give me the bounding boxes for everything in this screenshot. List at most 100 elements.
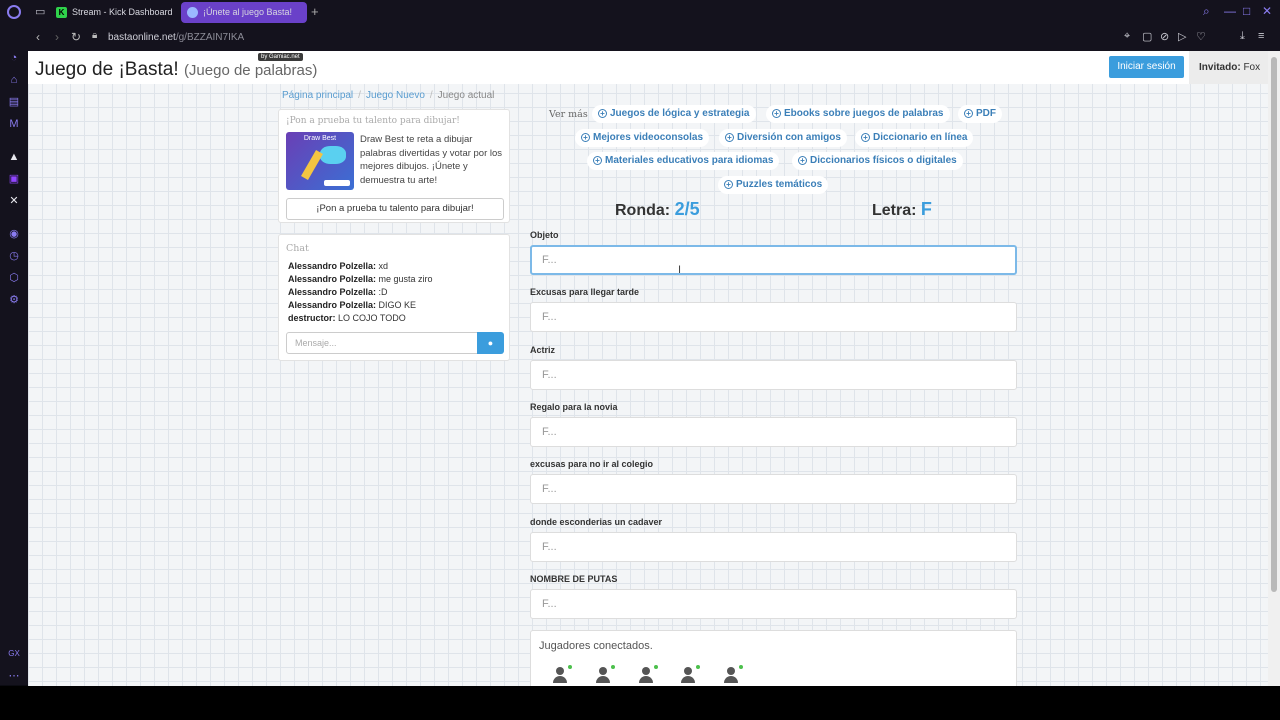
category-input[interactable]: F... [530,302,1017,332]
speed-dial-icon[interactable]: ◔ [7,51,21,65]
basta-favicon-icon [187,7,198,18]
plus-circle-icon: + [598,109,607,118]
forward-icon[interactable]: › [55,30,59,44]
breadcrumb-new-game[interactable]: Juego Nuevo [366,90,425,101]
news-icon[interactable]: ▤ [7,95,21,109]
close-window-icon[interactable]: ✕ [1262,4,1272,18]
player-avatar-icon[interactable] [637,665,658,683]
round-indicator: Ronda: 2/5 [615,199,700,220]
link-pill[interactable]: + Mejores videoconsolas [575,129,710,147]
gx-corner-icon[interactable]: ⌂ [7,73,21,87]
draw-best-label: Draw Best [303,135,337,142]
letter-label: Letra: [872,202,917,219]
tab-basta-game[interactable]: ¡Únete al juego Basta! [181,2,307,23]
text-cursor-icon: I [678,264,682,276]
browser-sidebar: ◔ ⌂ ▤ M ▲ ▣ ✕ ◉ ◷ ⬡ ⚙ GX ⋯ [0,25,28,685]
maximize-icon[interactable]: □ [1243,4,1250,18]
link-pill[interactable]: + Diversión con amigos [719,129,847,147]
extensions-icon[interactable]: ⬡ [7,271,21,285]
tab-label: ¡Únete al juego Basta! [203,7,293,17]
reload-icon[interactable]: ↻ [71,30,81,44]
login-button[interactable]: Iniciar sesión [1109,56,1184,78]
download-icon[interactable]: ⤓ [1240,30,1245,43]
link-pill[interactable]: + Diccionario en línea [855,129,974,147]
guest-indicator: Invitado: Fox [1189,51,1268,84]
link-pill[interactable]: + Materiales educativos para idiomas [587,152,780,170]
link-pill[interactable]: + Diccionarios físicos o digitales [792,152,963,170]
chat-bubble-icon: ● [487,338,494,348]
link-pill[interactable]: + Puzzles temáticos [718,176,829,194]
lock-icon: 🔒︎ [92,30,98,41]
page-subtitle: (Juego de palabras) [183,62,318,79]
opera-logo-icon[interactable] [7,5,21,19]
new-tab-icon[interactable]: + [311,4,319,19]
search-tabs-icon[interactable]: ⌕ [1203,4,1210,19]
chat-message: Alessandro Polzella: me gusta ziro [288,274,433,284]
more-icon[interactable]: ⋯ [7,669,21,683]
category-input-objeto[interactable]: F... [530,245,1017,275]
kick-sidebar-icon[interactable]: ▲ [7,150,21,164]
by-badge[interactable]: by Gamiac.net [258,53,303,61]
pin-icon[interactable]: ⌖ [1124,30,1130,43]
player-icon[interactable]: ▷ [1178,30,1186,43]
snapshot-icon[interactable]: ▢ [1142,30,1152,43]
player-avatar-icon[interactable] [551,665,572,683]
page-title[interactable]: Juego de ¡Basta! (Juego de palabras) [35,59,317,81]
letter-indicator: Letra: F [872,199,932,220]
plus-circle-icon: + [861,133,870,142]
tab-label: Stream - Kick Dashboard [72,7,173,17]
promo-button[interactable]: ¡Pon a prueba tu talento para dibujar! [286,198,504,220]
settings-icon[interactable]: ⚙ [7,293,21,307]
category-input[interactable]: F... [530,474,1017,504]
x-twitter-icon[interactable]: ✕ [7,194,21,208]
link-pill[interactable]: + Ebooks sobre juegos de palabras [766,105,950,123]
plus-circle-icon: + [725,133,734,142]
link-pill[interactable]: + Juegos de lógica y estrategia [592,105,756,123]
category-label: Regalo para la novia [530,402,618,412]
category-input[interactable]: F... [530,589,1017,619]
draw-best-image[interactable]: Draw Best [286,132,354,190]
category-input[interactable]: F... [530,417,1017,447]
chat-message-input[interactable]: Mensaje... [286,332,478,354]
twitch-icon[interactable]: ▣ [7,172,21,186]
kick-favicon-icon: K [56,7,67,18]
url-field[interactable]: bastaonline.net/g/BZZAIN7IKA [108,32,244,43]
site-header: Juego de ¡Basta! (Juego de palabras) by … [28,51,1268,84]
player-avatar-icon[interactable] [594,665,615,683]
page-scrollbar[interactable] [1268,51,1280,686]
chat-panel: Chat Alessandro Polzella: xd Alessandro … [278,234,510,361]
url-host: bastaonline.net [108,32,176,43]
chat-title: Chat [286,243,309,254]
category-label: excusas para no ir al colegio [530,459,654,469]
workspaces-icon[interactable]: ▭ [35,5,45,18]
promo-title: ¡Pon a prueba tu talento para dibujar! [286,116,460,126]
plus-circle-icon: + [772,109,781,118]
minimize-icon[interactable]: — [1224,4,1236,18]
link-pill[interactable]: + PDF [958,105,1002,123]
address-bar: ‹ › ↻ 🔒︎ bastaonline.net/g/BZZAIN7IKA ⌖ … [28,25,1280,51]
category-input[interactable]: F... [530,360,1017,390]
player-avatar-icon[interactable] [679,665,700,683]
history-icon[interactable]: ◷ [7,249,21,263]
favorite-icon[interactable]: ♡ [1196,30,1206,43]
chat-message: Alessandro Polzella: xd [288,261,389,271]
url-path: /g/BZZAIN7IKA [175,32,245,43]
back-icon[interactable]: ‹ [36,30,40,44]
menu-icon[interactable]: ≡ [1258,30,1264,42]
category-label: Objeto [530,230,559,240]
plus-circle-icon: + [581,133,590,142]
player-avatar-icon[interactable] [722,665,743,683]
players-title: Jugadores conectados. [539,640,653,652]
category-label: donde esconderias un cadaver [530,517,663,527]
tab-kick-dashboard[interactable]: K Stream - Kick Dashboard [50,2,178,23]
letter-value: F [920,199,932,219]
gx-label[interactable]: GX [7,647,21,661]
messenger-icon[interactable]: M [7,117,21,131]
chat-send-button[interactable]: ● [477,332,504,354]
breadcrumb-home[interactable]: Página principal [282,90,353,101]
scrollbar-thumb[interactable] [1271,57,1277,592]
see-more-label: Ver más [549,109,588,120]
adblock-icon[interactable]: ⊘ [1160,30,1169,43]
category-input[interactable]: F... [530,532,1017,562]
player-sidebar-icon[interactable]: ◉ [7,227,21,241]
